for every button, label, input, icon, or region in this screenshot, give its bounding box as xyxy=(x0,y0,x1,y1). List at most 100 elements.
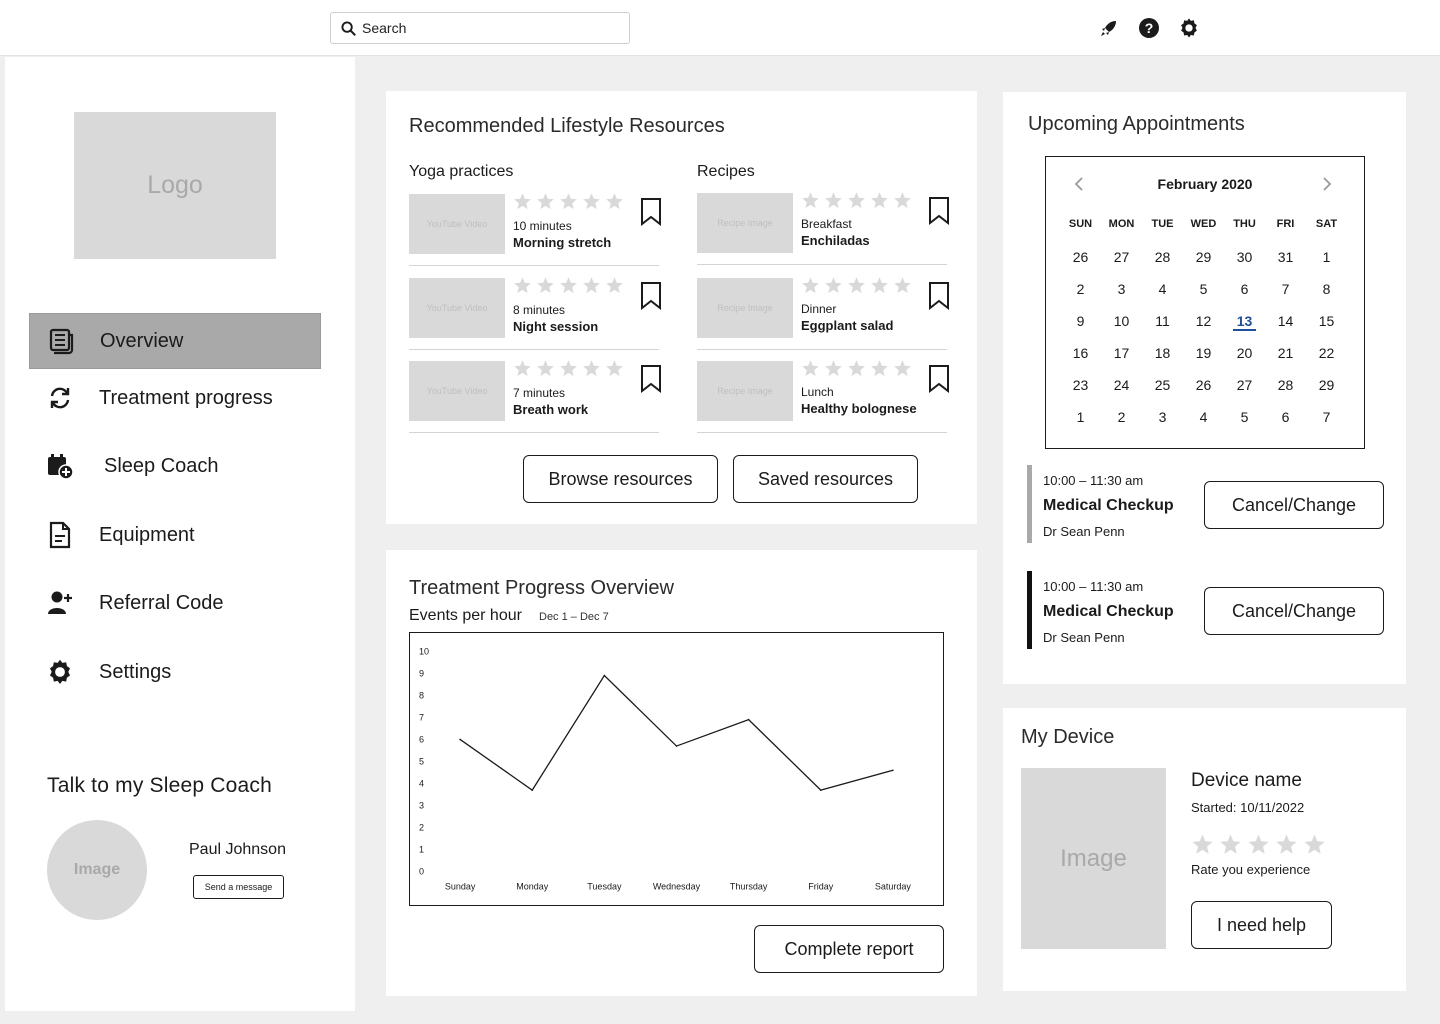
star-icon[interactable] xyxy=(1219,833,1242,856)
star-icon[interactable] xyxy=(1303,833,1326,856)
star-rating[interactable] xyxy=(513,192,624,211)
calendar-day[interactable]: 26 xyxy=(1183,375,1224,407)
calendar-day[interactable]: 5 xyxy=(1183,279,1224,311)
calendar-day[interactable]: 27 xyxy=(1101,247,1142,279)
calendar-day[interactable]: 16 xyxy=(1060,343,1101,375)
star-icon[interactable] xyxy=(605,276,624,295)
star-rating[interactable] xyxy=(801,276,912,295)
list-item[interactable]: Recipe Image Lunch Healthy bolognese xyxy=(697,359,950,433)
calendar-day[interactable]: 24 xyxy=(1101,375,1142,407)
calendar-day[interactable]: 29 xyxy=(1306,375,1347,407)
list-item[interactable]: Recipe Image Dinner Eggplant salad xyxy=(697,276,950,350)
calendar-day[interactable]: 31 xyxy=(1265,247,1306,279)
search-box[interactable] xyxy=(330,12,630,44)
saved-resources-button[interactable]: Saved resources xyxy=(733,455,918,503)
sidebar-item-settings[interactable]: Settings xyxy=(29,644,321,700)
star-icon[interactable] xyxy=(824,359,843,378)
calendar-day[interactable]: 26 xyxy=(1060,247,1101,279)
sidebar-item-equipment[interactable]: Equipment xyxy=(29,507,321,563)
bookmark-icon[interactable] xyxy=(928,197,950,225)
calendar-day[interactable]: 21 xyxy=(1265,343,1306,375)
calendar-day[interactable]: 7 xyxy=(1265,279,1306,311)
star-rating[interactable] xyxy=(801,359,912,378)
calendar-day[interactable]: 15 xyxy=(1306,311,1347,343)
calendar-day[interactable]: 20 xyxy=(1224,343,1265,375)
video-thumbnail[interactable]: YouTube Video xyxy=(409,278,505,338)
bookmark-icon[interactable] xyxy=(928,282,950,310)
star-icon[interactable] xyxy=(824,276,843,295)
star-icon[interactable] xyxy=(824,191,843,210)
send-message-button[interactable]: Send a message xyxy=(193,875,284,899)
calendar-day[interactable]: 27 xyxy=(1224,375,1265,407)
star-icon[interactable] xyxy=(893,191,912,210)
calendar-day[interactable]: 1 xyxy=(1060,407,1101,439)
star-icon[interactable] xyxy=(870,191,889,210)
star-icon[interactable] xyxy=(870,276,889,295)
star-icon[interactable] xyxy=(893,359,912,378)
calendar-day[interactable]: 6 xyxy=(1265,407,1306,439)
list-item[interactable]: YouTube Video 8 minutes Night session xyxy=(409,276,662,350)
calendar-day[interactable]: 8 xyxy=(1306,279,1347,311)
recipe-thumbnail[interactable]: Recipe Image xyxy=(697,278,793,338)
calendar-day-today[interactable]: 13 xyxy=(1224,311,1265,343)
bookmark-icon[interactable] xyxy=(640,365,662,393)
star-icon[interactable] xyxy=(582,192,601,211)
search-input[interactable] xyxy=(362,20,612,36)
recipe-thumbnail[interactable]: Recipe Image xyxy=(697,361,793,421)
calendar-day[interactable]: 22 xyxy=(1306,343,1347,375)
sidebar-item-overview[interactable]: Overview xyxy=(29,313,321,369)
star-icon[interactable] xyxy=(801,359,820,378)
calendar-day[interactable]: 3 xyxy=(1142,407,1183,439)
calendar-day[interactable]: 6 xyxy=(1224,279,1265,311)
calendar-day[interactable]: 3 xyxy=(1101,279,1142,311)
sidebar-item-sleep-coach[interactable]: Sleep Coach xyxy=(29,438,321,494)
bookmark-icon[interactable] xyxy=(640,282,662,310)
cancel-change-button[interactable]: Cancel/Change xyxy=(1204,481,1384,529)
calendar-day[interactable]: 7 xyxy=(1306,407,1347,439)
calendar-day[interactable]: 19 xyxy=(1183,343,1224,375)
star-icon[interactable] xyxy=(513,192,532,211)
calendar-day[interactable]: 2 xyxy=(1101,407,1142,439)
star-icon[interactable] xyxy=(870,359,889,378)
star-icon[interactable] xyxy=(536,359,555,378)
star-icon[interactable] xyxy=(1191,833,1214,856)
star-icon[interactable] xyxy=(559,359,578,378)
video-thumbnail[interactable]: YouTube Video xyxy=(409,361,505,421)
calendar-day[interactable]: 23 xyxy=(1060,375,1101,407)
calendar-day[interactable]: 28 xyxy=(1265,375,1306,407)
calendar-day[interactable]: 17 xyxy=(1101,343,1142,375)
star-icon[interactable] xyxy=(559,276,578,295)
star-icon[interactable] xyxy=(513,359,532,378)
star-icon[interactable] xyxy=(847,276,866,295)
gear-icon[interactable] xyxy=(1178,17,1200,39)
star-icon[interactable] xyxy=(513,276,532,295)
star-icon[interactable] xyxy=(536,276,555,295)
star-icon[interactable] xyxy=(582,359,601,378)
sidebar-item-referral-code[interactable]: Referral Code xyxy=(29,575,321,631)
calendar-day[interactable]: 29 xyxy=(1183,247,1224,279)
bookmark-icon[interactable] xyxy=(928,365,950,393)
star-icon[interactable] xyxy=(536,192,555,211)
calendar-day[interactable]: 28 xyxy=(1142,247,1183,279)
star-icon[interactable] xyxy=(1275,833,1298,856)
calendar-day[interactable]: 25 xyxy=(1142,375,1183,407)
calendar-day[interactable]: 30 xyxy=(1224,247,1265,279)
star-icon[interactable] xyxy=(847,191,866,210)
star-icon[interactable] xyxy=(847,359,866,378)
browse-resources-button[interactable]: Browse resources xyxy=(523,455,718,503)
complete-report-button[interactable]: Complete report xyxy=(754,925,944,973)
calendar-day[interactable]: 11 xyxy=(1142,311,1183,343)
video-thumbnail[interactable]: YouTube Video xyxy=(409,194,505,254)
star-rating[interactable] xyxy=(513,359,624,378)
star-icon[interactable] xyxy=(605,192,624,211)
star-icon[interactable] xyxy=(559,192,578,211)
sidebar-item-treatment-progress[interactable]: Treatment progress xyxy=(29,370,321,426)
star-icon[interactable] xyxy=(801,191,820,210)
star-icon[interactable] xyxy=(582,276,601,295)
calendar-day[interactable]: 9 xyxy=(1060,311,1101,343)
cancel-change-button[interactable]: Cancel/Change xyxy=(1204,587,1384,635)
calendar-day[interactable]: 12 xyxy=(1183,311,1224,343)
star-rating[interactable] xyxy=(801,191,912,210)
star-rating[interactable] xyxy=(1191,833,1326,856)
rocket-icon[interactable] xyxy=(1098,17,1120,39)
